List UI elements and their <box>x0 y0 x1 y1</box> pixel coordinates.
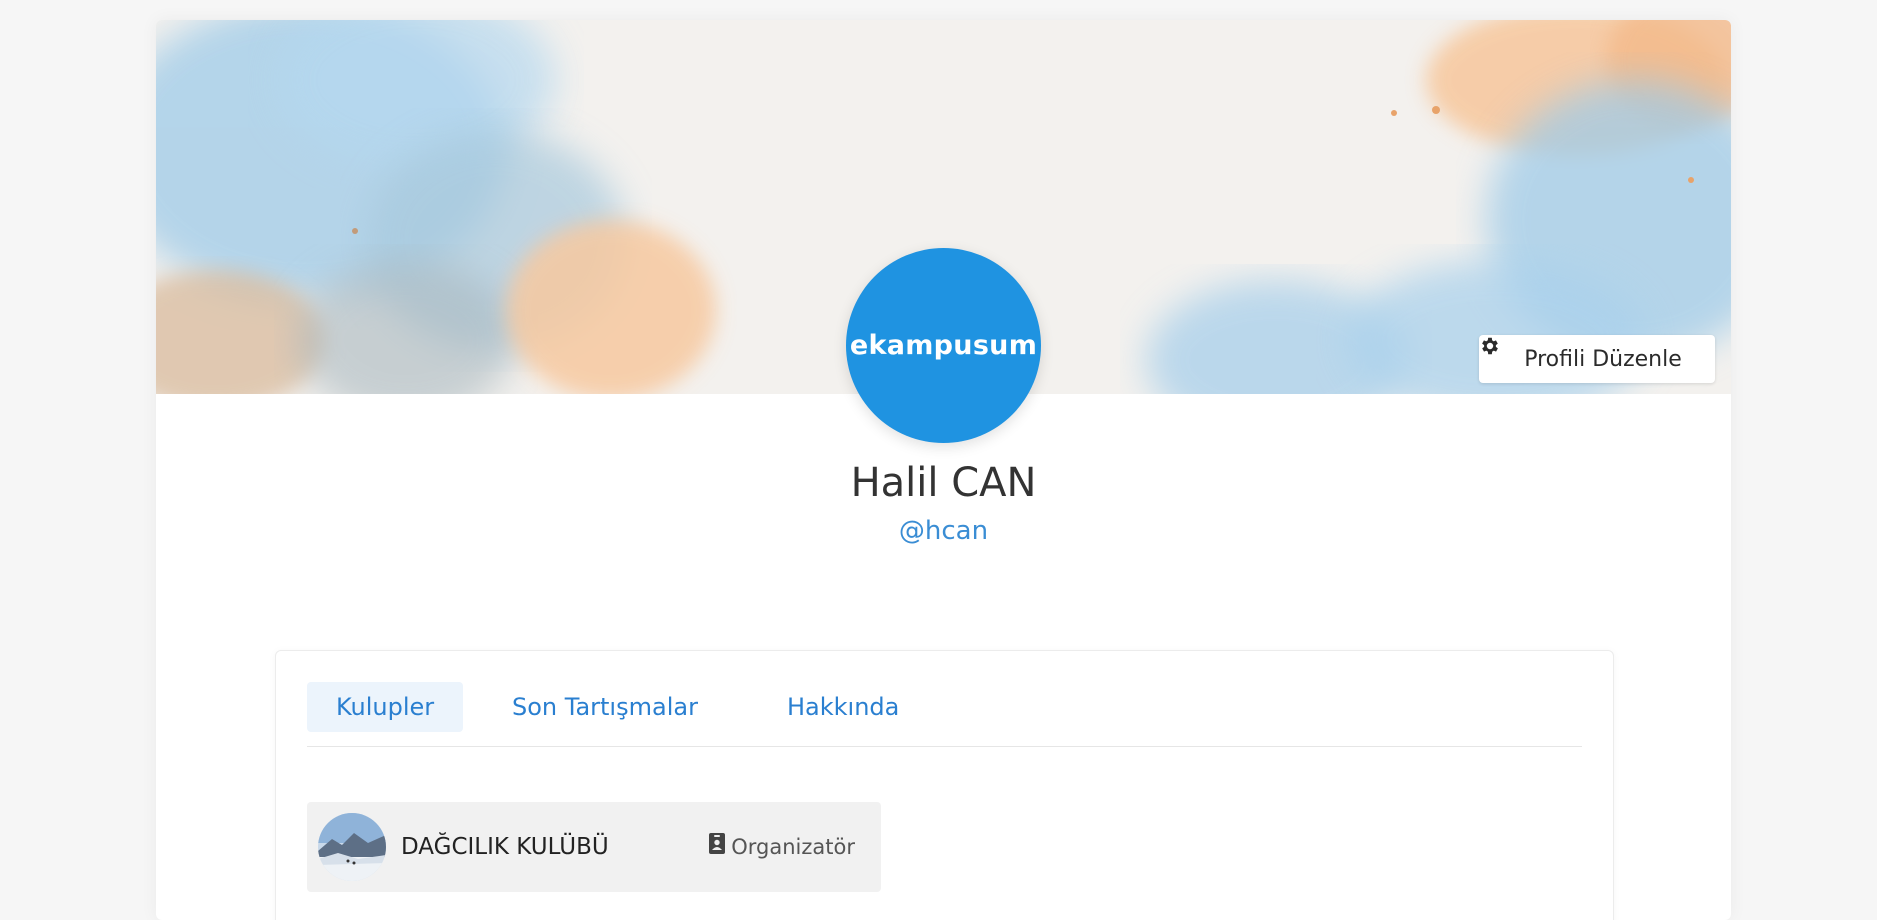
club-avatar <box>318 813 386 881</box>
tab-kulupler[interactable]: Kulupler <box>307 682 464 732</box>
edit-profile-button[interactable]: Profili Düzenle <box>1479 335 1715 383</box>
tab-son-tartismalar[interactable]: Son Tartışmalar <box>483 682 727 732</box>
ekampusum-logo: ekampusum <box>849 330 1038 361</box>
profile-name: Halil CAN <box>850 460 1037 506</box>
profile-tabs-panel: Kulupler Son Tartışmalar Hakkında DAĞCIL… <box>275 650 1614 920</box>
profile-handle[interactable]: @hcan <box>156 516 1731 546</box>
avatar[interactable]: ekampusum <box>846 248 1041 443</box>
club-list-item[interactable]: DAĞCILIK KULÜBÜ Organizatör <box>307 802 881 892</box>
tab-hakkinda[interactable]: Hakkında <box>758 682 928 732</box>
club-role: Organizatör <box>709 802 855 892</box>
edit-profile-label: Profili Düzenle <box>1524 346 1682 372</box>
profile-card: Profili Düzenle ekampusum Halil CAN @hca… <box>156 20 1731 920</box>
tab-bar: Kulupler Son Tartışmalar Hakkında <box>307 682 1582 747</box>
club-role-label: Organizatör <box>731 835 855 859</box>
club-name: DAĞCILIK KULÜBÜ <box>401 834 609 860</box>
id-badge-icon <box>709 802 726 892</box>
